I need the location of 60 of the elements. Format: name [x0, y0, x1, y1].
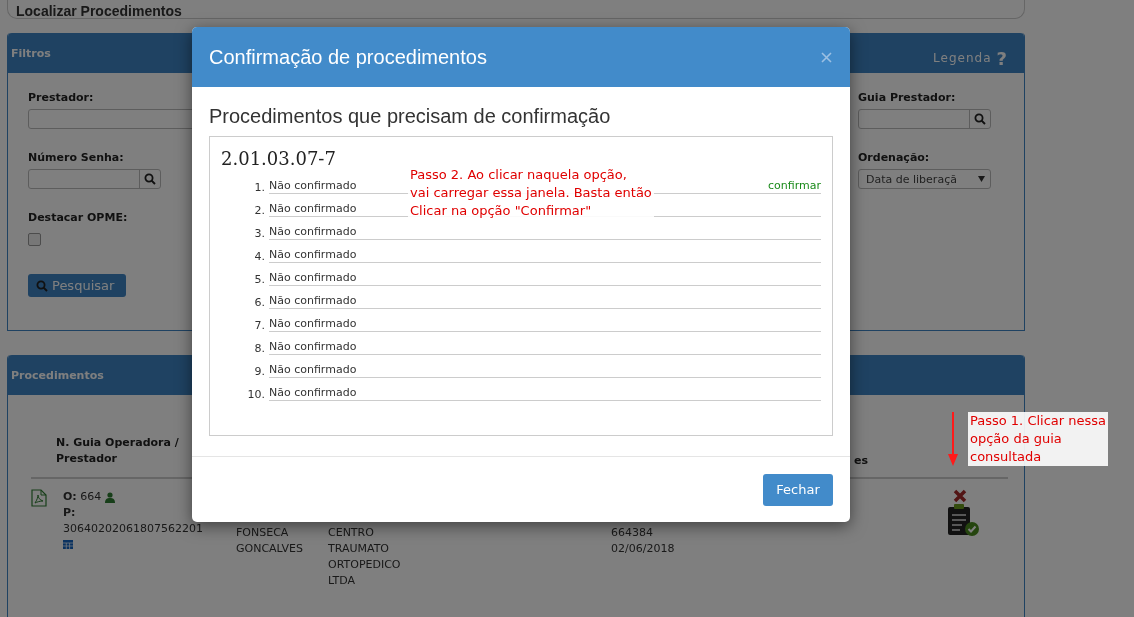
item-number: 9.	[253, 365, 266, 378]
confirmation-status: Não confirmado	[269, 202, 357, 215]
pdf-file-icon	[31, 489, 47, 507]
close-icon[interactable]	[821, 51, 832, 63]
search-icon	[144, 173, 156, 185]
panel-title: Procedimentos	[11, 368, 104, 382]
field-label: Prestador:	[28, 91, 95, 104]
procedure-code: 2.01.03.07-7	[221, 148, 337, 169]
item-number: 4.	[253, 250, 266, 263]
confirmation-status: Não confirmado	[269, 363, 357, 376]
provider-guide-number: 30640202061807562201	[63, 521, 204, 537]
page-title: Localizar Procedimentos	[15, 4, 182, 18]
annotation-note: Passo 2. Ao clicar naquela opção, vai carregar essa janela. Basta então Clicar na opção "Confirmar"	[408, 166, 654, 220]
patient-name: FONSECA GONCALVES	[236, 525, 304, 557]
field-label: Guia Prestador:	[858, 91, 957, 104]
provider-name: CENTRO TRAUMATO ORTOPEDICO LTDA	[328, 525, 402, 589]
operator-guide-number: O: 664	[63, 489, 102, 505]
confirmation-status: Não confirmado	[269, 340, 357, 353]
annotation-arrow	[948, 412, 958, 466]
provider-guide-label: P:	[63, 505, 77, 521]
item-number: 1.	[253, 181, 266, 194]
confirmation-status: Não confirmado	[269, 386, 357, 399]
person-icon	[105, 491, 116, 503]
annotation-note: Passo 1. Clicar nessa opção da guia consultada	[968, 412, 1109, 466]
confirmation-status: Não confirmado	[269, 294, 357, 307]
search-field[interactable]	[858, 109, 991, 129]
dropdown-caret-icon	[978, 176, 985, 182]
column-header: N. Guia Operadora / Prestador	[56, 435, 180, 467]
sort-select[interactable]: Data de liberaçã	[858, 169, 991, 189]
item-number: 8.	[253, 342, 266, 355]
item-number: 10.	[246, 388, 266, 401]
item-number: 2.	[253, 204, 266, 217]
calendar-icon	[63, 540, 73, 549]
confirm-link[interactable]: confirmar	[768, 179, 821, 192]
panel-title: Filtros	[11, 46, 51, 60]
legend-link[interactable]: Legenda ?	[933, 47, 1008, 69]
confirmation-status: Não confirmado	[269, 179, 357, 192]
clipboard-check-icon[interactable]	[946, 503, 980, 537]
confirmation-status: Não confirmado	[269, 248, 357, 261]
search-button[interactable]: Pesquisar	[28, 274, 126, 297]
close-button[interactable]: Fechar	[763, 473, 833, 506]
confirmation-status: Não confirmado	[269, 225, 357, 238]
search-icon	[974, 113, 986, 125]
help-icon: ?	[996, 47, 1008, 69]
column-header: es	[854, 454, 868, 467]
search-icon	[36, 279, 48, 292]
confirmation-status: Não confirmado	[269, 317, 357, 330]
search-field[interactable]	[28, 169, 161, 189]
dialog-title: Confirmação de procedimentos	[209, 45, 487, 69]
cancel-x-icon[interactable]	[953, 489, 967, 503]
item-number: 6.	[253, 296, 266, 309]
item-number: 3.	[253, 227, 266, 240]
checkbox[interactable]	[28, 233, 41, 246]
confirmation-status: Não confirmado	[269, 271, 357, 284]
item-number: 7.	[253, 319, 266, 332]
authorization-date: 664384 02/06/2018	[611, 525, 676, 557]
item-number: 5.	[253, 273, 266, 286]
dialog-heading: Procedimentos que precisam de confirmação	[209, 105, 612, 128]
field-label: Destacar OPME:	[28, 211, 129, 224]
field-label: Ordenação:	[858, 151, 931, 164]
